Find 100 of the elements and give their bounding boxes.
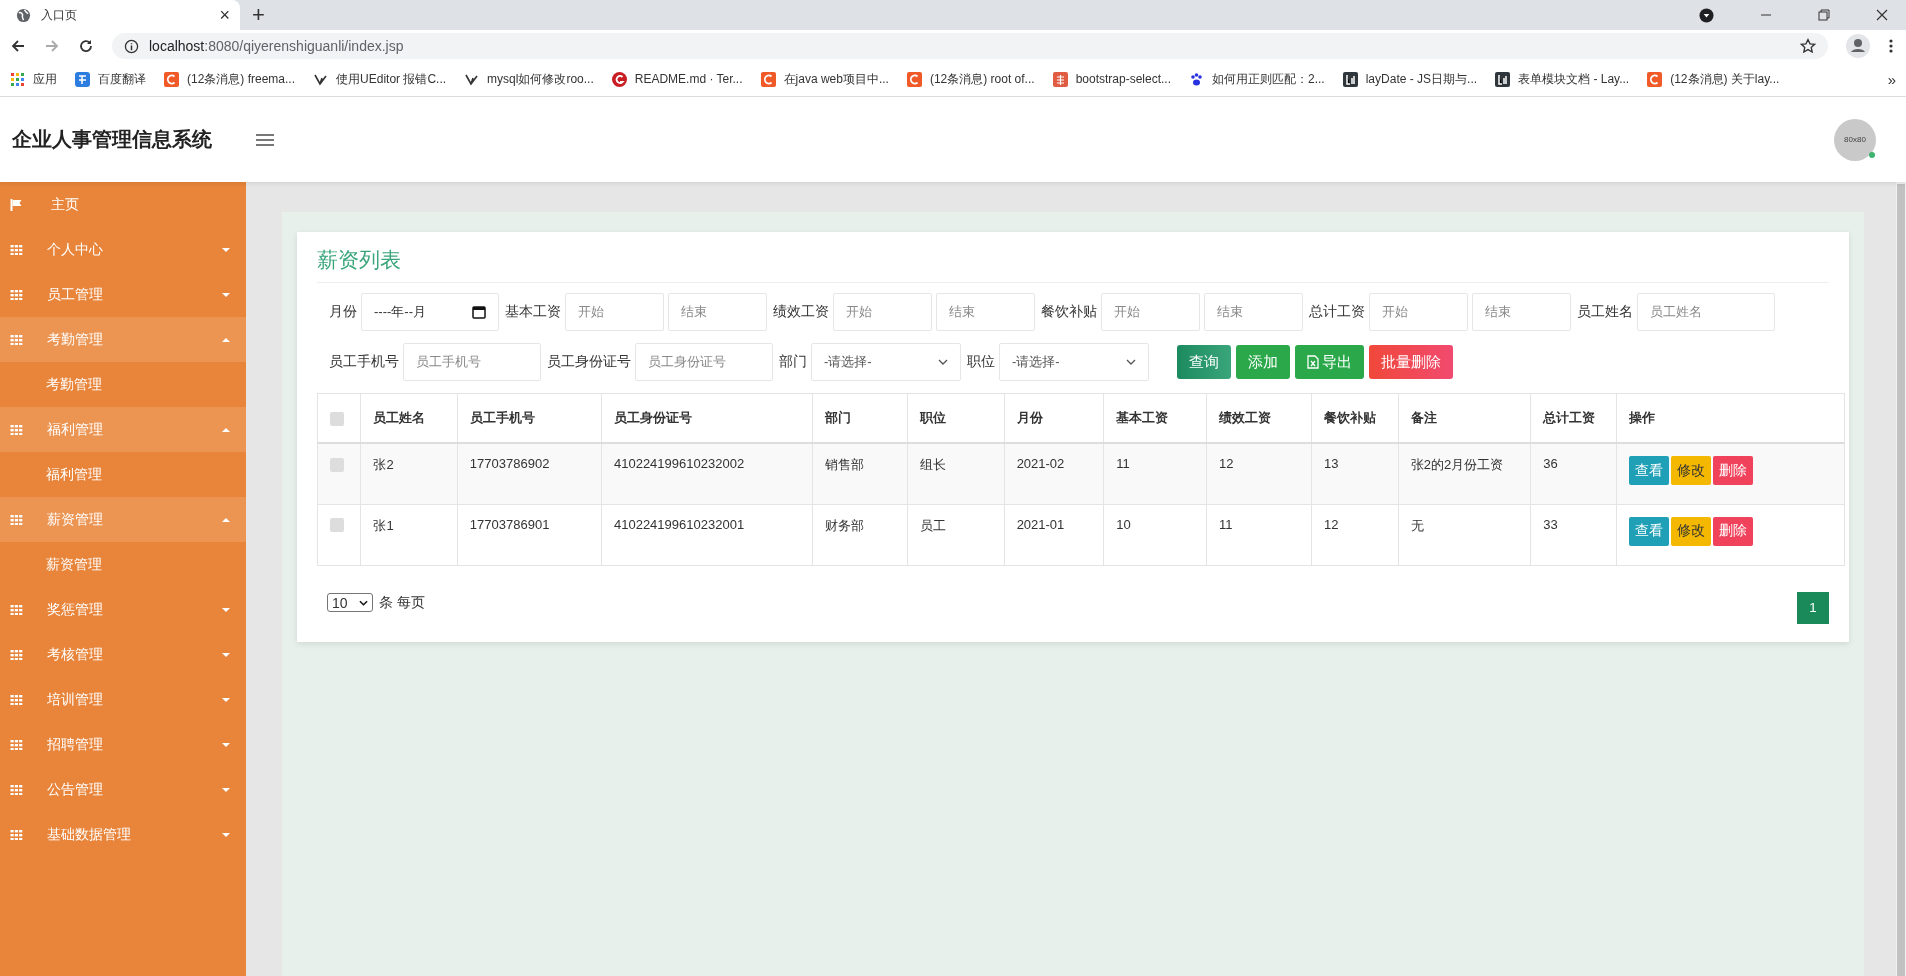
restore-icon[interactable] bbox=[1818, 9, 1830, 21]
grid-icon bbox=[10, 289, 23, 300]
sidebar-item[interactable]: 公告管理 bbox=[0, 767, 246, 812]
new-tab-button[interactable]: + bbox=[252, 4, 265, 26]
online-dot-icon bbox=[1869, 151, 1875, 158]
range-start-field[interactable]: 开始 bbox=[1369, 293, 1468, 331]
column-header: 基本工资 bbox=[1116, 410, 1169, 425]
bookmark[interactable]: 如何用正则匹配：2... bbox=[1189, 70, 1325, 88]
view-button[interactable]: 查看 bbox=[1629, 456, 1670, 485]
bookmark[interactable]: (12条消息) root of... bbox=[906, 70, 1035, 88]
paw-icon bbox=[1189, 71, 1204, 87]
reload-icon[interactable] bbox=[78, 38, 94, 54]
browser-tab[interactable]: 入口页 × bbox=[0, 0, 240, 30]
sidebar-item[interactable]: 福利管理 bbox=[0, 407, 246, 452]
bookmark[interactable]: (12条消息) freema... bbox=[164, 70, 296, 88]
grid-icon bbox=[10, 424, 23, 435]
text-field[interactable]: 员工姓名 bbox=[1637, 293, 1775, 331]
calendar-icon bbox=[472, 305, 486, 319]
delete-button[interactable]: 删除 bbox=[1713, 516, 1754, 546]
delete-button[interactable]: 删除 bbox=[1713, 456, 1754, 485]
table-cell: 组长 bbox=[920, 457, 947, 472]
sidebar-item[interactable]: 培训管理 bbox=[0, 677, 246, 722]
avatar[interactable]: 80x80 bbox=[1834, 118, 1876, 161]
table-cell: 11 bbox=[1116, 456, 1130, 471]
bookmark[interactable]: layDate - JS日期与... bbox=[1342, 70, 1478, 88]
profile-icon[interactable] bbox=[1846, 34, 1870, 58]
filter-label: 月份 bbox=[329, 303, 357, 321]
tab-search-icon[interactable] bbox=[1699, 7, 1714, 23]
bookmark[interactable]: 使用UEditor 报错C... bbox=[313, 70, 447, 88]
edit-button[interactable]: 修改 bbox=[1671, 456, 1712, 485]
column-header: 总计工资 bbox=[1543, 410, 1596, 425]
table-cell: 33 bbox=[1543, 516, 1558, 532]
sidebar-item[interactable]: 员工管理 bbox=[0, 272, 246, 317]
select-all-checkbox[interactable] bbox=[330, 411, 344, 426]
star-icon[interactable] bbox=[1800, 38, 1816, 54]
column-header: 员工手机号 bbox=[469, 410, 535, 425]
filter-label: 绩效工资 bbox=[773, 303, 829, 321]
sidebar-item[interactable]: 招聘管理 bbox=[0, 722, 246, 767]
sidebar-item[interactable]: 奖惩管理 bbox=[0, 587, 246, 632]
bookmark[interactable]: 应用 bbox=[10, 70, 57, 88]
grid-icon bbox=[10, 649, 23, 660]
select-field[interactable]: -请选择- bbox=[811, 343, 961, 381]
c-logo-icon bbox=[906, 71, 922, 87]
bookmark[interactable]: (12条消息) 关于lay... bbox=[1647, 70, 1780, 88]
search-button[interactable]: 查询 bbox=[1177, 345, 1231, 379]
page-button[interactable]: 1 bbox=[1797, 591, 1829, 624]
close-icon[interactable]: × bbox=[219, 6, 230, 24]
menu-icon[interactable] bbox=[256, 132, 274, 147]
column-header: 备注 bbox=[1410, 410, 1437, 425]
sidebar-item[interactable]: 薪资管理 bbox=[0, 497, 246, 542]
range-end-field[interactable]: 结束 bbox=[936, 293, 1035, 331]
page-size-select[interactable]: 10 bbox=[327, 593, 373, 612]
grid-icon bbox=[10, 604, 23, 615]
text-field[interactable]: 员工身份证号 bbox=[635, 343, 773, 381]
sidebar-item[interactable]: 主页 bbox=[0, 182, 246, 227]
more-icon[interactable] bbox=[1888, 38, 1894, 54]
filter-label: 部门 bbox=[779, 353, 807, 371]
month-field[interactable]: ----年--月 bbox=[361, 293, 499, 331]
view-button[interactable]: 查看 bbox=[1629, 516, 1670, 546]
text-field[interactable]: 员工手机号 bbox=[403, 343, 541, 381]
range-end-field[interactable]: 结束 bbox=[1472, 293, 1571, 331]
bookmark[interactable]: README.md · Ter... bbox=[611, 71, 743, 87]
close-icon[interactable] bbox=[1876, 9, 1888, 21]
delete-button[interactable]: 批量删除 bbox=[1369, 345, 1453, 379]
range-end-field[interactable]: 结束 bbox=[668, 293, 767, 331]
grid-icon bbox=[10, 334, 23, 345]
bookmark[interactable]: mysql如何修改roo... bbox=[464, 70, 594, 88]
row-checkbox[interactable] bbox=[330, 457, 344, 472]
scrollbar-thumb[interactable] bbox=[1897, 184, 1905, 976]
range-start-field[interactable]: 开始 bbox=[1101, 293, 1200, 331]
edit-button[interactable]: 修改 bbox=[1671, 516, 1712, 546]
table-cell: 财务部 bbox=[824, 517, 864, 533]
address-field[interactable]: localhost:8080/qiyerenshiguanli/index.jsp bbox=[112, 33, 1828, 59]
range-start-field[interactable]: 开始 bbox=[565, 293, 664, 331]
column-header: 绩效工资 bbox=[1219, 410, 1271, 425]
bookmark[interactable]: 在java web项目中... bbox=[760, 70, 889, 88]
back-icon[interactable] bbox=[10, 38, 26, 54]
sidebar-item[interactable]: 考核管理 bbox=[0, 632, 246, 677]
chevron-down-icon bbox=[359, 599, 368, 606]
add-button[interactable]: 添加 bbox=[1236, 345, 1290, 379]
select-field[interactable]: -请选择- bbox=[999, 343, 1149, 381]
sidebar-item[interactable]: 个人中心 bbox=[0, 227, 246, 272]
globe-icon bbox=[16, 7, 31, 23]
c-logo-icon bbox=[1647, 71, 1663, 87]
bookmark[interactable]: 百度翻译 bbox=[75, 70, 146, 88]
range-start-field[interactable]: 开始 bbox=[833, 293, 932, 331]
export-button[interactable]: 导出 bbox=[1295, 345, 1364, 379]
sidebar-item[interactable]: 基础数据管理 bbox=[0, 812, 246, 857]
info-icon bbox=[124, 38, 139, 54]
row-checkbox[interactable] bbox=[330, 518, 344, 533]
sidebar-item[interactable]: 考勤管理 bbox=[0, 317, 246, 362]
bookmark[interactable]: bootstrap-select... bbox=[1052, 71, 1171, 87]
bookmark[interactable]: 表单模块文档 - Lay... bbox=[1495, 70, 1630, 88]
chevron-down-icon bbox=[938, 359, 948, 365]
table-cell: 11 bbox=[1219, 516, 1233, 532]
page-size-label: 条 每页 bbox=[379, 593, 425, 612]
grid-icon bbox=[10, 784, 23, 795]
range-end-field[interactable]: 结束 bbox=[1204, 293, 1303, 331]
more-bookmarks-button[interactable]: » bbox=[1887, 70, 1896, 88]
filter-label: 员工身份证号 bbox=[547, 353, 631, 371]
